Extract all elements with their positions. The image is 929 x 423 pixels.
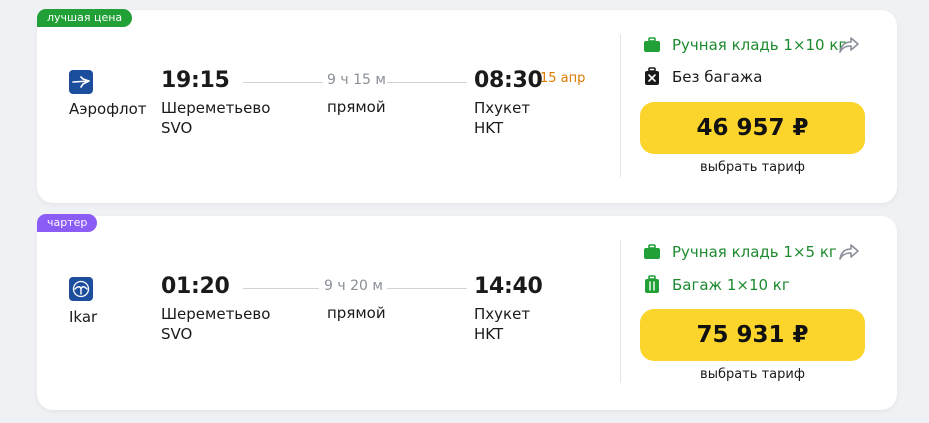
flight-duration: 9 ч 15 м bbox=[327, 72, 386, 88]
baggage-label: Без багажа bbox=[672, 68, 763, 86]
choose-tariff-link[interactable]: выбрать тариф bbox=[640, 367, 865, 382]
departure-airport: Шереметьево bbox=[161, 305, 271, 323]
hand-luggage-icon bbox=[642, 35, 662, 55]
stops-label: прямой bbox=[327, 304, 386, 322]
card-divider bbox=[620, 34, 621, 177]
hand-luggage-label: Ручная кладь 1×5 кг bbox=[672, 243, 837, 261]
hand-luggage-label: Ручная кладь 1×10 кг bbox=[672, 36, 847, 54]
no-baggage-icon bbox=[642, 67, 662, 87]
departure-code: SVO bbox=[161, 325, 193, 343]
baggage-info: Багаж 1×10 кг bbox=[642, 274, 790, 296]
arrival-time: 08:30 bbox=[474, 68, 543, 93]
baggage-label: Багаж 1×10 кг bbox=[672, 276, 790, 294]
airline-name: Ikar bbox=[69, 308, 98, 326]
suitcase-icon bbox=[642, 275, 662, 295]
arrival-code: HKT bbox=[474, 325, 504, 343]
arrival-next-date: 15 апр bbox=[540, 71, 586, 86]
airline-name: Аэрофлот bbox=[69, 100, 147, 118]
baggage-info: Без багажа bbox=[642, 66, 762, 88]
route-line-right bbox=[387, 288, 467, 289]
departure-time: 19:15 bbox=[161, 68, 230, 93]
flight-card[interactable]: чартер Ikar 01:20 Шереметьево SVO 9 ч 20… bbox=[37, 214, 897, 410]
charter-badge: чартер bbox=[37, 214, 98, 232]
price-button[interactable]: 75 931 ₽ bbox=[640, 309, 865, 361]
flight-card[interactable]: лучшая цена Аэрофлот 19:15 Шереметьево S… bbox=[37, 9, 897, 203]
arrival-airport: Пхукет bbox=[474, 305, 531, 323]
departure-time: 01:20 bbox=[161, 274, 230, 299]
card-divider bbox=[620, 240, 621, 383]
hand-luggage-info: Ручная кладь 1×10 кг bbox=[642, 34, 846, 56]
hand-luggage-info: Ручная кладь 1×5 кг bbox=[642, 241, 837, 263]
share-icon[interactable] bbox=[837, 241, 861, 263]
best-price-badge: лучшая цена bbox=[37, 9, 133, 27]
route-line-left bbox=[243, 288, 319, 289]
aeroflot-logo-icon bbox=[69, 70, 93, 94]
stops-label: прямой bbox=[327, 98, 386, 116]
arrival-time: 14:40 bbox=[474, 274, 543, 299]
flight-duration: 9 ч 20 м bbox=[324, 278, 383, 294]
route-line-left bbox=[243, 82, 323, 83]
arrival-airport: Пхукет bbox=[474, 99, 531, 117]
route-line-right bbox=[387, 82, 467, 83]
arrival-code: HKT bbox=[474, 119, 504, 137]
hand-luggage-icon bbox=[642, 242, 662, 262]
ikar-logo-icon bbox=[69, 277, 93, 301]
choose-tariff-link[interactable]: выбрать тариф bbox=[640, 160, 865, 175]
departure-code: SVO bbox=[161, 119, 193, 137]
share-icon[interactable] bbox=[837, 34, 861, 56]
departure-airport: Шереметьево bbox=[161, 99, 271, 117]
price-button[interactable]: 46 957 ₽ bbox=[640, 102, 865, 154]
